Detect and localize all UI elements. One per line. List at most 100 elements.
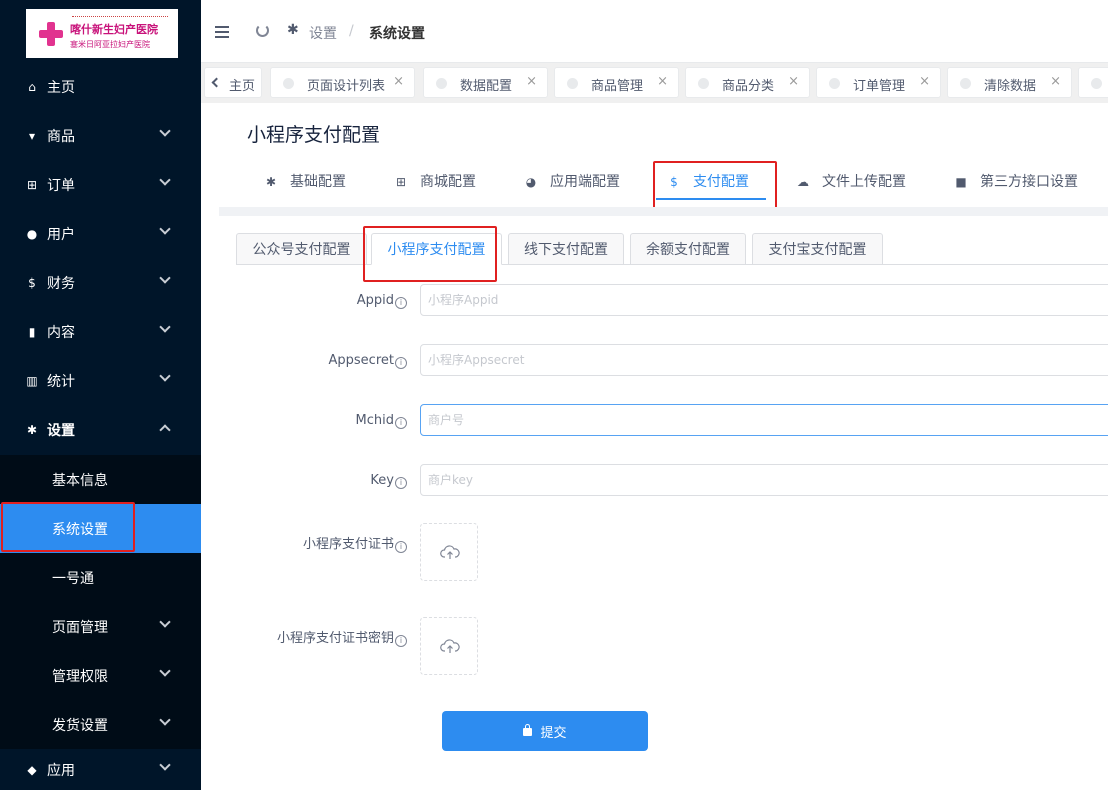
tab-label: 基础配置: [290, 174, 346, 190]
key-input[interactable]: [420, 464, 1108, 496]
appid-input[interactable]: [420, 284, 1108, 316]
tag-label: 页面设计列表: [307, 79, 386, 94]
help-icon[interactable]: i: [395, 477, 407, 489]
sidebar-item-label: 基本信息: [52, 472, 108, 489]
help-icon[interactable]: i: [395, 635, 407, 647]
sidebar-item-settings[interactable]: ✱ 设置: [0, 405, 201, 454]
cross-icon: [39, 22, 63, 46]
sidebar-item-apps[interactable]: ◆ 应用: [0, 749, 201, 790]
tag-overflow[interactable]: [1078, 67, 1108, 98]
breadcrumb-current: 系统设置: [369, 26, 425, 42]
sidebar-item-home[interactable]: ⌂ 主页: [0, 62, 201, 111]
sidebar-subitem-one-pass[interactable]: 一号通: [0, 553, 201, 602]
tag-data-config[interactable]: 数据配置 ×: [423, 67, 548, 98]
tab-basic-config[interactable]: ✱ 基础配置: [264, 171, 346, 199]
subtab-wechat-pay[interactable]: 公众号支付配置: [236, 233, 367, 265]
sidebar-item-label: 页面管理: [52, 619, 108, 636]
sidebar-item-label: 用户: [47, 226, 75, 243]
sidebar-item-label: 统计: [47, 373, 75, 390]
help-icon[interactable]: i: [395, 417, 407, 429]
close-icon[interactable]: ×: [1050, 74, 1061, 89]
close-icon[interactable]: ×: [657, 74, 668, 89]
tag-goods-category[interactable]: 商品分类 ×: [685, 67, 810, 98]
tab-third-party[interactable]: ■ 第三方接口设置: [954, 171, 1078, 199]
tab-label: 第三方接口设置: [980, 174, 1078, 190]
close-icon[interactable]: ×: [788, 74, 799, 89]
subtab-balance-pay[interactable]: 余额支付配置: [630, 233, 746, 265]
basket-icon: ▾: [28, 128, 36, 143]
page-title: 小程序支付配置: [247, 124, 381, 146]
subtab-alipay[interactable]: 支付宝支付配置: [752, 233, 883, 265]
tag-goods-manage[interactable]: 商品管理 ×: [554, 67, 679, 98]
tab-client-config[interactable]: ◕ 应用端配置: [524, 171, 620, 199]
sidebar-subitem-basic-info[interactable]: 基本信息: [0, 455, 201, 504]
chevron-down-icon: [159, 759, 171, 771]
subtab-label: 线下支付配置: [524, 242, 608, 258]
chevron-down-icon: [159, 174, 171, 186]
tab-mall-config[interactable]: ⊞ 商城配置: [394, 171, 476, 199]
tag-label: 商品管理: [591, 79, 644, 94]
close-icon[interactable]: ×: [526, 74, 537, 89]
tag-orders-manage[interactable]: 订单管理 ×: [816, 67, 941, 98]
sidebar-item-label: 管理权限: [52, 668, 108, 685]
subtab-label: 公众号支付配置: [252, 242, 351, 258]
sidebar-item-content[interactable]: ▮ 内容: [0, 307, 201, 356]
status-dot-icon: [698, 78, 709, 89]
breadcrumb-settings[interactable]: 设置: [309, 23, 337, 43]
refresh-icon[interactable]: [256, 24, 269, 37]
help-icon[interactable]: i: [395, 297, 407, 309]
logo-name: 喀什新生妇产医院: [70, 23, 158, 36]
lock-icon: [523, 724, 533, 736]
chevron-down-icon: [159, 223, 171, 235]
sidebar-item-stats[interactable]: ▥ 统计: [0, 356, 201, 405]
tag-page-design[interactable]: 页面设计列表 ×: [270, 67, 415, 98]
dollar-icon: $: [28, 275, 36, 290]
close-icon[interactable]: ×: [393, 74, 404, 89]
cert-key-upload[interactable]: [420, 617, 478, 675]
logo-decoration: [72, 16, 168, 19]
tab-label: 商城配置: [420, 174, 476, 190]
tag-label: 商品分类: [722, 79, 775, 94]
gear-icon: ✱: [287, 22, 299, 38]
chevron-left-icon[interactable]: [211, 77, 222, 88]
help-icon[interactable]: i: [395, 541, 407, 553]
sidebar-item-label: 应用: [47, 762, 75, 779]
help-icon[interactable]: i: [395, 357, 407, 369]
tag-home[interactable]: 主页: [204, 67, 262, 98]
sidebar-item-label: 商品: [47, 128, 75, 145]
pie-icon: ◕: [525, 175, 537, 189]
chevron-down-icon: [159, 125, 171, 137]
sidebar-subitem-shipping[interactable]: 发货设置: [0, 700, 201, 749]
hospital-logo[interactable]: 喀什新生妇产医院 塞米日阿亚拉妇产医院: [26, 9, 178, 58]
sidebar-item-finance[interactable]: $ 财务: [0, 258, 201, 307]
sidebar-item-goods[interactable]: ▾ 商品: [0, 111, 201, 160]
sidebar-item-users[interactable]: ● 用户: [0, 209, 201, 258]
sidebar-item-orders[interactable]: ⊞ 订单: [0, 160, 201, 209]
chevron-down-icon: [159, 370, 171, 382]
chevron-down-icon: [159, 714, 171, 726]
cart-icon: ⊞: [26, 177, 38, 192]
chevron-down-icon: [159, 616, 171, 628]
close-icon[interactable]: ×: [919, 74, 930, 89]
mchid-input[interactable]: [420, 404, 1108, 436]
logo-subtitle: 塞米日阿亚拉妇产医院: [70, 40, 150, 49]
field-label-appid: Appid i: [357, 293, 407, 309]
sidebar-item-label: 财务: [47, 275, 75, 292]
sidebar-item-label: 内容: [47, 324, 75, 341]
tab-label: 文件上传配置: [822, 174, 906, 190]
submit-button[interactable]: 提交: [442, 711, 648, 751]
tag-label: 主页: [229, 79, 256, 94]
user-icon: ●: [26, 226, 38, 241]
settings-submenu: 基本信息 系统设置 一号通 页面管理 管理权限 发货设置: [0, 455, 201, 749]
cube-icon: ◆: [27, 762, 37, 777]
menu-toggle-icon[interactable]: [215, 26, 229, 38]
cert-upload[interactable]: [420, 523, 478, 581]
field-label-cert-key: 小程序支付证书密钥 i: [277, 627, 407, 647]
tab-upload-config[interactable]: ☁ 文件上传配置: [796, 171, 906, 199]
appsecret-input[interactable]: [420, 344, 1108, 376]
sidebar-subitem-page-manage[interactable]: 页面管理: [0, 602, 201, 651]
tag-clear-data[interactable]: 清除数据 ×: [947, 67, 1072, 98]
sidebar-subitem-permissions[interactable]: 管理权限: [0, 651, 201, 700]
subtab-offline-pay[interactable]: 线下支付配置: [508, 233, 624, 265]
gear-icon: ✱: [265, 175, 277, 189]
